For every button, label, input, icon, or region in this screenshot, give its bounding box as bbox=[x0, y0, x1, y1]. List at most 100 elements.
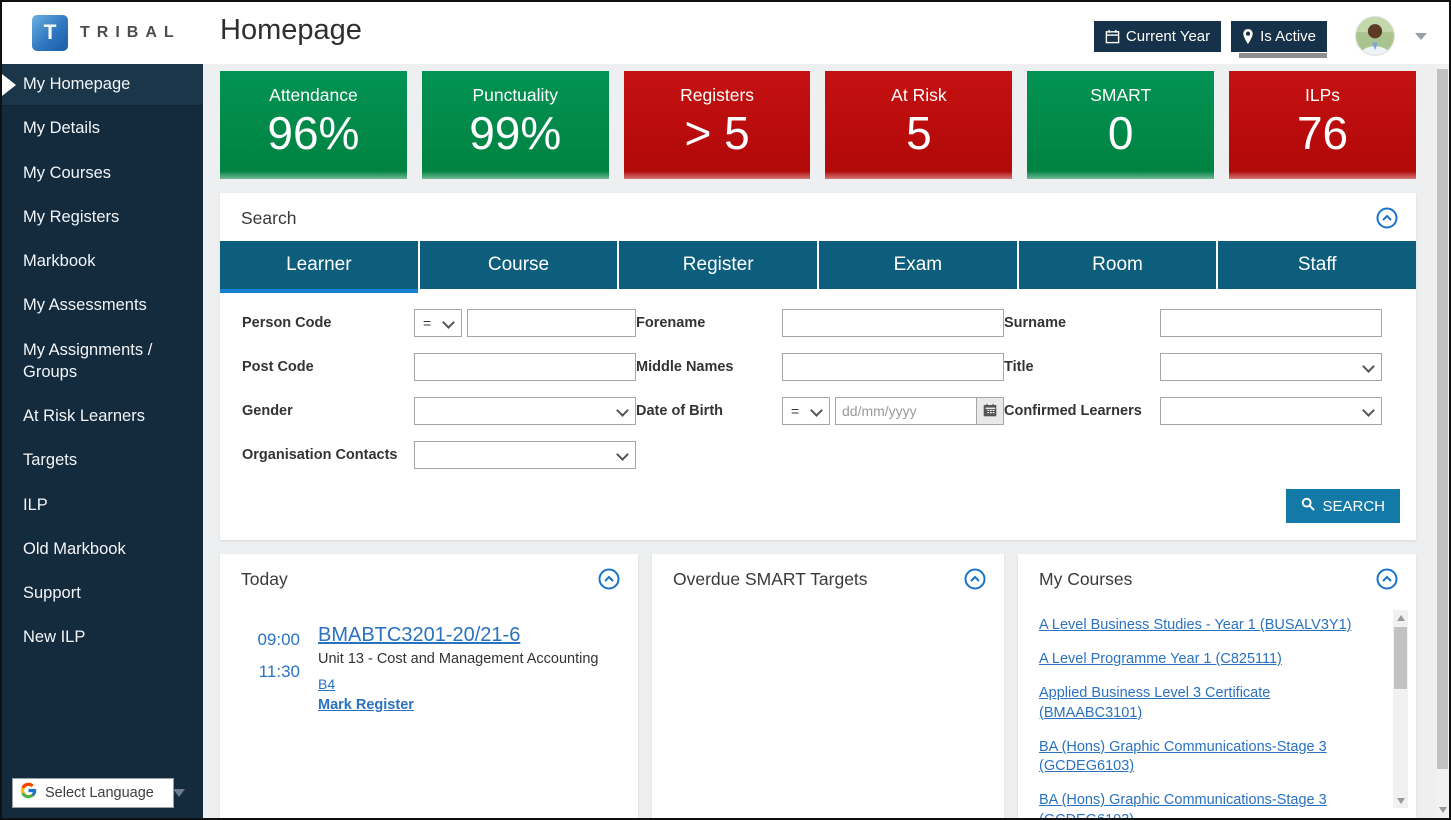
register-group-link[interactable]: BMABTC3201-20/21-6 bbox=[318, 624, 520, 647]
kpi-ilps[interactable]: ILPs 76 bbox=[1229, 71, 1416, 179]
tab-staff[interactable]: Staff bbox=[1218, 241, 1416, 289]
sidebar-item-label: My Assignments / Groups bbox=[23, 341, 152, 381]
tab-exam[interactable]: Exam bbox=[819, 241, 1017, 289]
sidebar-item-label: Old Markbook bbox=[23, 540, 126, 558]
today-collapse-button[interactable] bbox=[598, 568, 620, 590]
forename-label: Forename bbox=[636, 315, 782, 331]
smart-collapse-button[interactable] bbox=[964, 568, 986, 590]
organisation-contacts-select[interactable] bbox=[414, 441, 636, 469]
today-schedule-item: 09:00 11:30 BMABTC3201-20/21-6 Unit 13 -… bbox=[220, 602, 638, 714]
courses-collapse-button[interactable] bbox=[1376, 568, 1398, 590]
tribal-logo[interactable]: T TRIBAL bbox=[32, 15, 181, 51]
kpi-punctuality[interactable]: Punctuality 99% bbox=[422, 71, 609, 179]
confirmed-learners-select[interactable] bbox=[1160, 397, 1382, 425]
my-courses-panel: My Courses A Level Business Studies - Ye… bbox=[1018, 554, 1416, 818]
google-translate-select-language[interactable]: Select Language bbox=[12, 778, 174, 808]
tab-register[interactable]: Register bbox=[619, 241, 817, 289]
surname-input[interactable] bbox=[1160, 309, 1382, 337]
tab-course[interactable]: Course bbox=[420, 241, 618, 289]
sidebar-item-label: Support bbox=[23, 584, 81, 602]
chevron-up-circle-icon bbox=[1376, 578, 1398, 593]
kpi-attendance[interactable]: Attendance 96% bbox=[220, 71, 407, 179]
scroll-up-arrow-icon[interactable] bbox=[1393, 610, 1408, 625]
page-scrollbar[interactable] bbox=[1436, 64, 1449, 818]
is-active-button[interactable]: Is Active bbox=[1231, 21, 1327, 52]
kpi-label: Punctuality bbox=[422, 85, 609, 106]
session-end-time: 11:30 bbox=[242, 656, 300, 688]
course-link[interactable]: BA (Hons) Graphic Communications-Stage 3… bbox=[1039, 791, 1376, 818]
learner-search-form: Person Code = Forename Surname Post Co bbox=[220, 289, 1416, 475]
room-link[interactable]: B4 bbox=[318, 676, 335, 692]
session-start-time: 09:00 bbox=[242, 624, 300, 656]
tab-learner[interactable]: Learner bbox=[220, 241, 418, 289]
google-logo-icon bbox=[19, 781, 38, 805]
sidebar-item-support[interactable]: Support bbox=[2, 571, 203, 615]
gender-select[interactable] bbox=[414, 397, 636, 425]
app-window: T TRIBAL Homepage Current Year bbox=[0, 0, 1451, 820]
sidebar-item-my-courses[interactable]: My Courses bbox=[2, 151, 203, 195]
course-link[interactable]: A Level Programme Year 1 (C825111) bbox=[1039, 650, 1376, 670]
user-avatar[interactable] bbox=[1355, 16, 1395, 56]
session-description: Unit 13 - Cost and Management Accounting bbox=[318, 651, 599, 667]
surname-label: Surname bbox=[1004, 315, 1160, 331]
chevron-up-circle-icon bbox=[964, 578, 986, 593]
sidebar-item-old-markbook[interactable]: Old Markbook bbox=[2, 527, 203, 571]
post-code-input[interactable] bbox=[414, 353, 636, 381]
middle-names-input[interactable] bbox=[782, 353, 1004, 381]
mark-register-link[interactable]: Mark Register bbox=[318, 697, 414, 713]
overdue-smart-targets-panel: Overdue SMART Targets bbox=[652, 554, 1004, 818]
today-panel-title: Today bbox=[241, 569, 288, 590]
sidebar-item-my-details[interactable]: My Details bbox=[2, 106, 203, 150]
page-scroll-down-arrow-icon[interactable] bbox=[1436, 807, 1449, 813]
forename-input[interactable] bbox=[782, 309, 1004, 337]
tab-room[interactable]: Room bbox=[1019, 241, 1217, 289]
sidebar-item-new-ilp[interactable]: New ILP bbox=[2, 615, 203, 659]
sidebar-item-my-homepage[interactable]: My Homepage bbox=[2, 64, 203, 106]
main-content: Attendance 96% Punctuality 99% Registers… bbox=[203, 64, 1449, 818]
kpi-value: 99% bbox=[422, 108, 609, 159]
person-code-operator-select[interactable]: = bbox=[414, 309, 462, 337]
user-menu-chevron-down-icon[interactable] bbox=[1415, 33, 1427, 40]
current-year-button[interactable]: Current Year bbox=[1094, 21, 1221, 52]
kpi-at-risk[interactable]: At Risk 5 bbox=[825, 71, 1012, 179]
dashboard-panels-row: Today 09:00 11:30 bbox=[220, 554, 1416, 818]
page-scrollbar-thumb[interactable] bbox=[1437, 69, 1448, 769]
title-select[interactable] bbox=[1160, 353, 1382, 381]
middle-names-label: Middle Names bbox=[636, 359, 782, 375]
pin-icon bbox=[1242, 29, 1254, 44]
course-link[interactable]: BA (Hons) Graphic Communications-Stage 3… bbox=[1039, 738, 1376, 777]
kpi-value: 76 bbox=[1229, 108, 1416, 159]
person-code-label: Person Code bbox=[242, 315, 414, 331]
sidebar-item-my-assessments[interactable]: My Assessments bbox=[2, 283, 203, 327]
search-collapse-button[interactable] bbox=[1376, 207, 1398, 229]
course-link[interactable]: Applied Business Level 3 Certificate (BM… bbox=[1039, 684, 1376, 723]
date-of-birth-label: Date of Birth bbox=[636, 403, 782, 419]
sidebar-item-targets[interactable]: Targets bbox=[2, 438, 203, 482]
sidebar-nav: My Homepage My Details My Courses My Reg… bbox=[2, 64, 203, 818]
kpi-label: Attendance bbox=[220, 85, 407, 106]
course-link[interactable]: A Level Business Studies - Year 1 (BUSAL… bbox=[1039, 616, 1376, 636]
scroll-down-arrow-icon[interactable] bbox=[1393, 793, 1408, 808]
courses-scrollbar[interactable] bbox=[1393, 610, 1408, 808]
kpi-value: 5 bbox=[825, 108, 1012, 159]
is-active-label: Is Active bbox=[1260, 28, 1316, 45]
search-submit-button[interactable]: SEARCH bbox=[1286, 489, 1400, 523]
sidebar-item-label: My Assessments bbox=[23, 296, 147, 314]
sidebar-item-my-registers[interactable]: My Registers bbox=[2, 195, 203, 239]
sidebar-item-label: My Details bbox=[23, 119, 100, 137]
sidebar-item-at-risk-learners[interactable]: At Risk Learners bbox=[2, 394, 203, 438]
date-of-birth-operator-select[interactable]: = bbox=[782, 397, 830, 425]
sidebar-item-my-assignments-groups[interactable]: My Assignments / Groups bbox=[2, 328, 187, 395]
kpi-smart[interactable]: SMART 0 bbox=[1027, 71, 1214, 179]
date-picker-button[interactable] bbox=[976, 398, 1003, 424]
sidebar-item-ilp[interactable]: ILP bbox=[2, 483, 203, 527]
sidebar-item-markbook[interactable]: Markbook bbox=[2, 239, 203, 283]
tribal-brand-text: TRIBAL bbox=[80, 24, 181, 42]
kpi-value: 96% bbox=[220, 108, 407, 159]
tribal-logo-icon: T bbox=[32, 15, 68, 51]
kpi-registers[interactable]: Registers > 5 bbox=[624, 71, 811, 179]
person-code-input[interactable] bbox=[467, 309, 636, 337]
search-panel-title: Search bbox=[241, 208, 296, 229]
sidebar-item-label: ILP bbox=[23, 496, 48, 514]
courses-scrollbar-thumb[interactable] bbox=[1394, 627, 1407, 689]
